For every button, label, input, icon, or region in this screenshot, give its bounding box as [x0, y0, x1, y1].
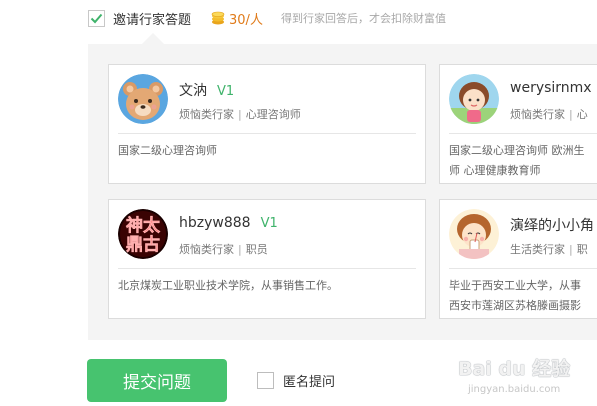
anonymous-label[interactable]: 匿名提问	[283, 371, 335, 390]
invite-expert-label[interactable]: 邀请行家答题	[113, 9, 191, 28]
expert-category: 生活类行家	[510, 243, 565, 256]
watermark-url: jingyan.baidu.com	[468, 384, 561, 395]
submit-question-button[interactable]: 提交问题	[87, 359, 227, 402]
expert-description-line: 国家二级心理咨询师	[118, 144, 217, 157]
expert-list-panel: 文汭 V1 烦恼类行家 | 心理咨询师 国家二级心理咨询师 werysirnmx…	[88, 44, 597, 340]
expert-tags: 烦恼类行家 | 心理咨询师	[179, 106, 301, 122]
baidu-jingyan-watermark: Bai du 经验 jingyan.baidu.com	[458, 354, 597, 404]
expert-description-line: 国家二级心理咨询师 欧洲生	[449, 144, 585, 157]
expert-category: 烦恼类行家	[510, 108, 565, 121]
expert-tags: 生活类行家 | 职	[510, 241, 588, 257]
card-divider	[118, 133, 416, 134]
tag-separator: |	[569, 108, 573, 121]
anonymous-option[interactable]: 匿名提问	[257, 371, 335, 390]
expert-description: 毕业于西安工业大学，从事 西安市莲湖区苏格滕画摄影	[449, 276, 581, 316]
expert-description: 北京煤炭工业职业技术学院，从事销售工作。	[118, 276, 338, 296]
expert-name-text[interactable]: 文汭	[179, 83, 207, 99]
card-divider	[449, 133, 597, 134]
calligraphy-avatar-icon: 神太 鼎古	[118, 209, 168, 259]
coin-stack-icon	[211, 11, 225, 25]
expert-card[interactable]: werysirnmx 烦恼类行家 | 心 国家二级心理咨询师 欧洲生 师 心理健康教…	[439, 64, 597, 184]
invite-expert-checkbox[interactable]	[88, 9, 105, 27]
expert-description-line: 师 心理健康教育师	[449, 164, 541, 177]
tag-separator: |	[569, 243, 573, 256]
invite-hint: 得到行家回答后，才会扣除财富值	[280, 12, 446, 25]
avatar[interactable]	[449, 74, 499, 124]
expert-name[interactable]: hbzyw888 V1	[179, 215, 278, 231]
tag-separator: |	[238, 243, 242, 256]
invite-expert-row: 邀请行家答题 30/人 得到行家回答后，才会扣除财富值	[88, 8, 446, 28]
bear-avatar-icon	[118, 74, 168, 124]
avatar[interactable]	[118, 74, 168, 124]
expert-name-text[interactable]: 演绎的小小角	[510, 218, 594, 234]
avatar[interactable]	[449, 209, 499, 259]
expert-card[interactable]: 演绎的小小角 生活类行家 | 职 毕业于西安工业大学，从事 西安市莲湖区苏格滕画摄影	[439, 199, 597, 319]
tag-separator: |	[238, 108, 242, 121]
panel-pointer	[142, 33, 164, 44]
expert-name[interactable]: 演绎的小小角	[510, 215, 597, 235]
expert-description: 国家二级心理咨询师 欧洲生 师 心理健康教育师	[449, 141, 585, 181]
expert-card[interactable]: 神太 鼎古 hbzyw888 V1 烦恼类行家 | 职员 北京煤炭工业职业技术学院，从…	[108, 199, 426, 319]
expert-profession: 心	[576, 108, 588, 121]
expert-card[interactable]: 文汭 V1 烦恼类行家 | 心理咨询师 国家二级心理咨询师	[108, 64, 426, 184]
expert-level-badge: V1	[217, 84, 235, 99]
drinking-girl-avatar-icon	[449, 209, 499, 259]
expert-tags: 烦恼类行家 | 职员	[179, 241, 268, 257]
invite-price: 30/人	[229, 12, 263, 28]
expert-profession: 职员	[245, 243, 268, 256]
expert-description-line: 西安市莲湖区苏格滕画摄影	[449, 299, 581, 312]
check-icon	[90, 13, 103, 23]
expert-tags: 烦恼类行家 | 心	[510, 106, 588, 122]
expert-category: 烦恼类行家	[179, 108, 234, 121]
expert-description-line: 毕业于西安工业大学，从事	[449, 279, 581, 292]
ask-question-page: 邀请行家答题 30/人 得到行家回答后，才会扣除财富值 文汭 V1 烦恼类行家 …	[0, 0, 597, 406]
expert-profession: 心理咨询师	[245, 108, 301, 121]
expert-name-text[interactable]: werysirnmx	[510, 80, 592, 96]
expert-description-line: 北京煤炭工业职业技术学院，从事销售工作。	[118, 279, 338, 292]
avatar[interactable]: 神太 鼎古	[118, 209, 168, 259]
expert-name[interactable]: 文汭 V1	[179, 80, 234, 100]
expert-level-badge: V1	[260, 216, 278, 231]
avatar-text-line2: 鼎古	[126, 234, 160, 255]
expert-profession: 职	[576, 243, 588, 256]
watermark-logo-text: Bai du 经验	[458, 358, 571, 380]
expert-name[interactable]: werysirnmx	[510, 80, 597, 96]
anonymous-checkbox[interactable]	[257, 372, 274, 389]
expert-name-text[interactable]: hbzyw888	[179, 215, 251, 231]
avatar-text-line1: 神太	[126, 215, 161, 236]
expert-description: 国家二级心理咨询师	[118, 141, 217, 161]
expert-category: 烦恼类行家	[179, 243, 234, 256]
card-divider	[449, 268, 597, 269]
card-divider	[118, 268, 416, 269]
girl-avatar-icon	[449, 74, 499, 124]
